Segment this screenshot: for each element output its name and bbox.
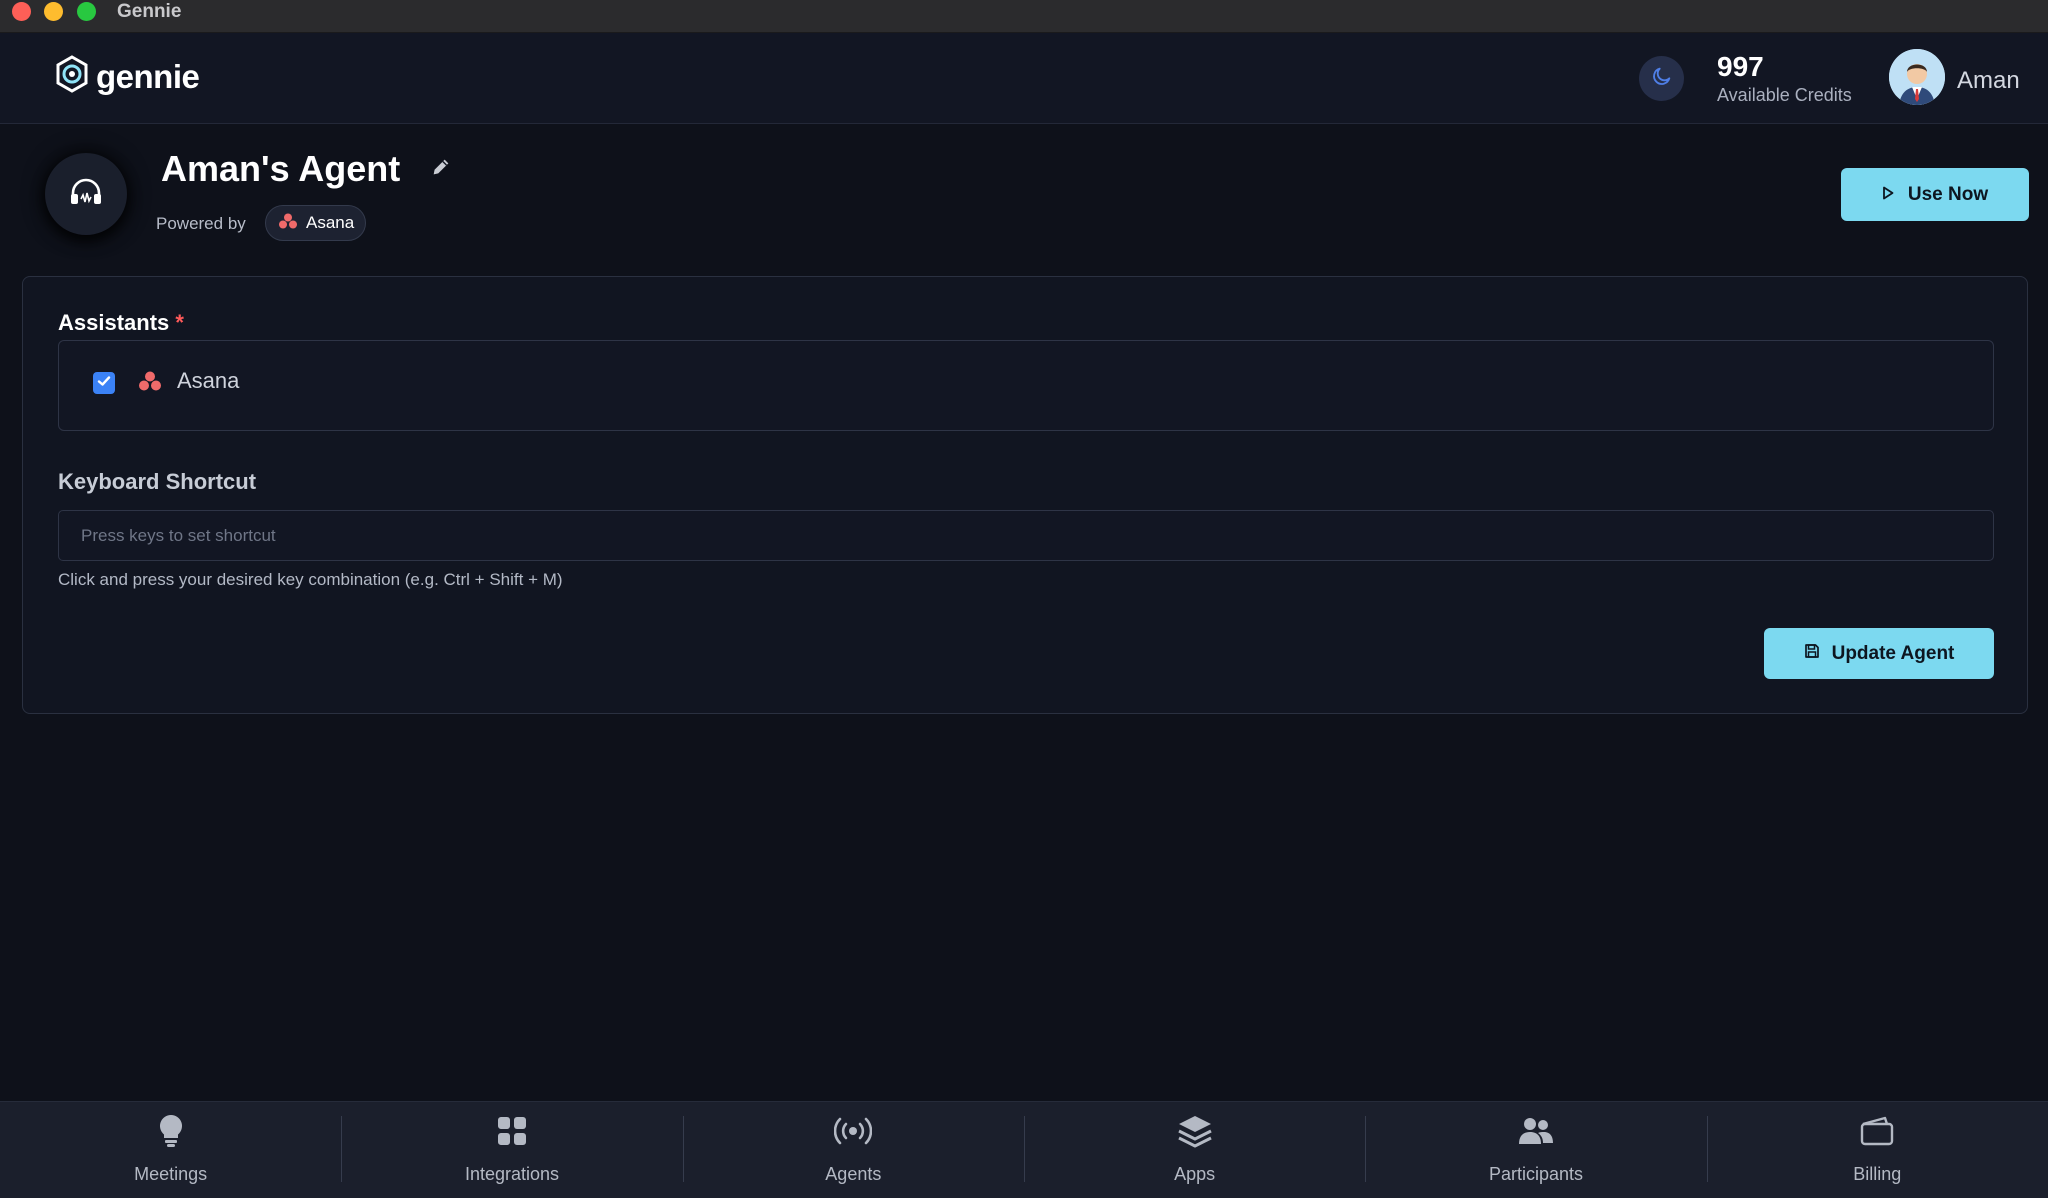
headphones-icon [69, 177, 103, 212]
credits-display: 997 Available Credits [1717, 51, 1852, 106]
app-header: gennie 997 Available Credits Aman [0, 33, 2048, 124]
pencil-icon[interactable] [430, 156, 452, 178]
zoom-window-button[interactable] [77, 2, 96, 21]
window-titlebar: Gennie [0, 0, 2048, 33]
powered-by-label: Powered by [156, 214, 246, 233]
keyboard-shortcut-input[interactable] [58, 510, 1994, 561]
nav-label: Agents [825, 1164, 882, 1184]
assistant-asana-checkbox[interactable] [93, 372, 115, 394]
powered-by-app: Asana [306, 213, 355, 232]
close-window-button[interactable] [12, 2, 31, 21]
nav-label: Meetings [134, 1164, 208, 1184]
nav-item-agents[interactable]: Agents [682, 1102, 1024, 1198]
logo-text: gennie [96, 57, 200, 95]
use-now-button[interactable]: Use Now [1841, 168, 2029, 221]
nav-label: Integrations [464, 1164, 560, 1184]
moon-icon [1651, 65, 1673, 92]
update-agent-button[interactable]: Update Agent [1764, 628, 1994, 679]
avatar[interactable] [1889, 49, 1945, 105]
update-agent-label: Update Agent [1831, 642, 1955, 664]
theme-toggle-button[interactable] [1639, 56, 1684, 101]
nav-label: Apps [1174, 1164, 1216, 1184]
nav-item-apps[interactable]: Apps [1023, 1102, 1365, 1198]
layers-icon [1176, 1112, 1214, 1150]
save-icon [1804, 643, 1820, 665]
nav-item-meetings[interactable]: Meetings [0, 1102, 341, 1198]
required-marker: * [175, 310, 184, 335]
assistants-label: Assistants * [58, 310, 184, 336]
keyboard-shortcut-help: Click and press your desired key combina… [58, 570, 563, 589]
gennie-logo-icon [54, 55, 90, 98]
credits-label: Available Credits [1717, 85, 1852, 105]
wallet-icon [1858, 1112, 1896, 1150]
minimize-window-button[interactable] [44, 2, 63, 21]
asana-logo-icon [279, 213, 297, 234]
bottom-nav: Meetings Integrations Agents Apps Partic… [0, 1101, 2048, 1198]
nav-item-billing[interactable]: Billing [1706, 1102, 2048, 1198]
lightbulb-icon [152, 1112, 190, 1150]
app-logo[interactable]: gennie [54, 55, 200, 98]
nav-label: Billing [1853, 1164, 1902, 1184]
window-title: Gennie [117, 1, 182, 22]
assistant-asana-label[interactable]: Asana [177, 368, 239, 394]
nav-label: Participants [1488, 1164, 1583, 1184]
user-name[interactable]: Aman [1957, 67, 2020, 95]
nav-item-integrations[interactable]: Integrations [341, 1102, 682, 1198]
page-title: Aman's Agent [161, 148, 401, 189]
keyboard-shortcut-label: Keyboard Shortcut [58, 469, 257, 494]
grid-icon [493, 1112, 531, 1150]
use-now-label: Use Now [1907, 183, 1989, 205]
agent-avatar [45, 153, 127, 235]
powered-by-chip: Asana [265, 205, 366, 241]
asana-logo-icon [139, 371, 161, 396]
agent-settings-card: Assistants * Asana Keyboard Shortcut Cli… [22, 276, 2028, 714]
people-icon [1517, 1112, 1555, 1150]
assistants-label-text: Assistants [58, 310, 170, 335]
nav-item-participants[interactable]: Participants [1365, 1102, 1706, 1198]
credits-value: 997 [1717, 51, 1764, 82]
play-icon [1882, 184, 1894, 206]
checkmark-icon [97, 374, 111, 392]
assistants-list: Asana [58, 340, 1994, 431]
broadcast-icon [834, 1112, 873, 1150]
